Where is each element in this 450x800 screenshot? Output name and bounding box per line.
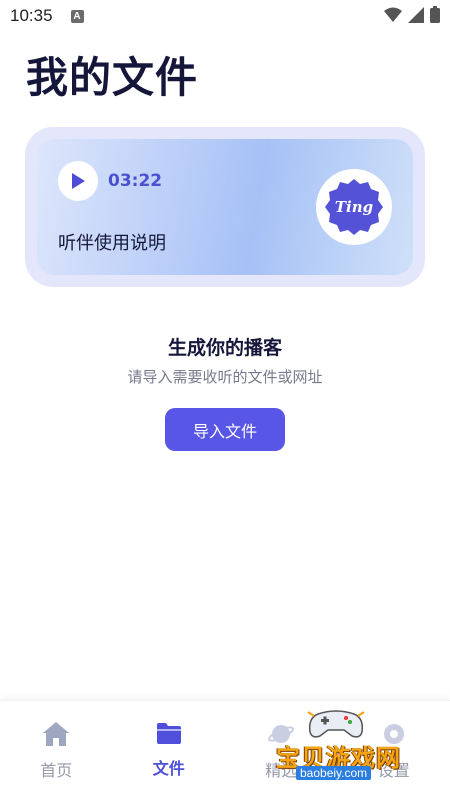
signal-icon — [408, 6, 424, 23]
notification-a-icon: A — [70, 9, 84, 23]
player-card[interactable]: 03:22 听伴使用说明 Ting — [25, 127, 425, 287]
status-time: 10:35 — [10, 6, 53, 25]
watermark: 宝贝游戏网 baobeiy.com — [262, 706, 412, 786]
folder-icon — [156, 723, 181, 744]
player-card-inner: 03:22 听伴使用说明 Ting — [37, 139, 413, 275]
empty-state-subtitle: 请导入需要收听的文件或网址 — [127, 368, 323, 386]
status-icons — [384, 6, 440, 23]
status-bar: 10:35 A — [0, 0, 450, 32]
wifi-icon — [384, 7, 402, 22]
gamepad-icon — [307, 710, 365, 738]
logo-text: Ting — [334, 198, 374, 216]
play-icon — [72, 173, 85, 189]
tab-home-label: 首页 — [40, 761, 73, 780]
home-icon — [43, 722, 70, 746]
play-button[interactable] — [58, 161, 98, 201]
import-file-button[interactable]: 导入文件 — [165, 408, 285, 451]
watermark-url: baobeiy.com — [296, 766, 372, 780]
empty-state-title: 生成你的播客 — [167, 337, 282, 359]
tab-files[interactable]: 文件 — [113, 701, 226, 800]
audio-duration: 03:22 — [108, 171, 163, 191]
audio-title: 听伴使用说明 — [58, 233, 166, 254]
tab-home[interactable]: 首页 — [0, 701, 113, 800]
battery-icon — [430, 6, 440, 23]
page-title: 我的文件 — [26, 53, 199, 102]
app-logo: Ting — [316, 169, 392, 245]
tab-files-label: 文件 — [152, 759, 185, 778]
